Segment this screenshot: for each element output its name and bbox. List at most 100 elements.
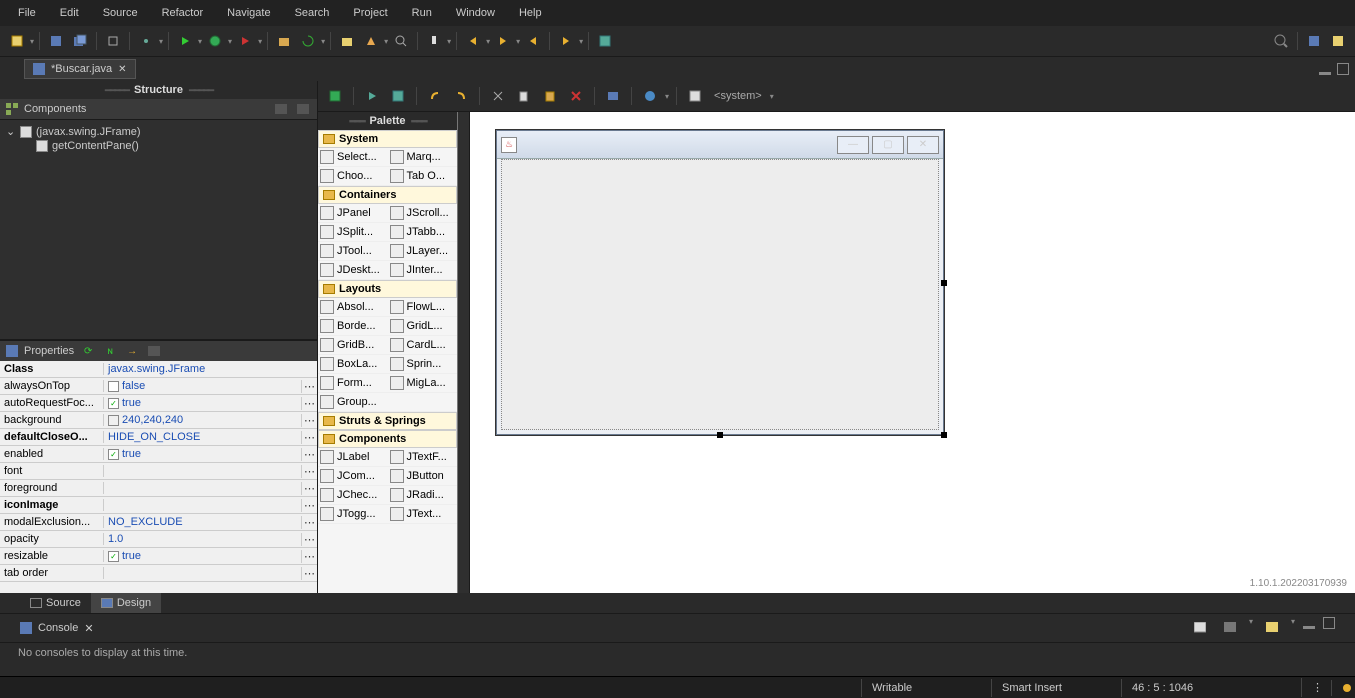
menu-navigate[interactable]: Navigate [217,4,280,22]
java-perspective-icon[interactable] [1327,30,1349,52]
minimize-window-icon[interactable]: — [837,136,869,154]
palette-item-abs[interactable]: Absol... [318,298,388,317]
menu-window[interactable]: Window [446,4,505,22]
refresh-icon[interactable] [297,30,319,52]
maximize-window-icon[interactable]: ▢ [872,136,904,154]
design-canvas[interactable]: ♨ — ▢ ✕ 1.10.1.202203170939 [470,112,1355,593]
property-value[interactable]: ✓true [104,397,301,409]
close-console-icon[interactable]: ✕ [84,622,93,635]
property-more-icon[interactable]: ⋯ [301,414,317,427]
palette-item-card[interactable]: CardL... [388,336,458,355]
tab-design[interactable]: Design [91,593,161,613]
palette-item-scroll[interactable]: JScroll... [388,204,458,223]
property-row[interactable]: alwaysOnTopfalse⋯ [0,378,317,395]
palette-item-flow[interactable]: FlowL... [388,298,458,317]
palette-item-tool[interactable]: JTool... [318,242,388,261]
delete-icon[interactable] [565,85,587,107]
refresh-design-icon[interactable] [361,85,383,107]
property-row[interactable]: font⋯ [0,463,317,480]
property-more-icon[interactable]: ⋯ [301,431,317,444]
palette-item-combo[interactable]: JCom... [318,467,388,486]
console-maximize-icon[interactable] [1323,617,1335,629]
property-row[interactable]: foreground⋯ [0,480,317,497]
redo-icon[interactable] [450,85,472,107]
perspective-icon[interactable] [1303,30,1325,52]
property-row[interactable]: defaultCloseO...HIDE_ON_CLOSE⋯ [0,429,317,446]
menu-source[interactable]: Source [93,4,148,22]
property-more-icon[interactable]: ⋯ [301,482,317,495]
property-value[interactable]: HIDE_ON_CLOSE [104,431,301,443]
preview-icon[interactable] [602,85,624,107]
save-all-icon[interactable] [69,30,91,52]
console-minimize-icon[interactable] [1303,617,1315,629]
palette-item-split[interactable]: JSplit... [318,223,388,242]
tree-child-contentpane[interactable]: getContentPane() [36,139,311,153]
property-more-icon[interactable]: ⋯ [301,550,317,563]
expand-all-icon[interactable] [273,102,289,116]
close-tab-icon[interactable]: ✕ [118,64,126,75]
property-value[interactable]: NO_EXCLUDE [104,516,301,528]
menu-run[interactable]: Run [402,4,442,22]
palette-item-text[interactable]: JTextF... [388,448,458,467]
show-advanced-icon[interactable]: ⟳ [80,344,96,358]
palette-item-choose[interactable]: Choo... [318,167,388,186]
variable-icon[interactable] [146,344,162,358]
new-icon[interactable] [6,30,28,52]
property-more-icon[interactable]: ⋯ [301,448,317,461]
checkbox-icon[interactable]: ✓ [108,551,119,562]
new-package-icon[interactable] [273,30,295,52]
laf-icon[interactable] [684,85,706,107]
palette-item-arrow[interactable]: Select... [318,148,388,167]
run-icon[interactable] [174,30,196,52]
palette-item-box[interactable]: BoxLa... [318,355,388,374]
property-row[interactable]: Classjavax.swing.JFrame [0,361,317,378]
property-row[interactable]: opacity1.0⋯ [0,531,317,548]
properties-grid[interactable]: Classjavax.swing.JFramealwaysOnTopfalse⋯… [0,361,317,593]
checkbox-icon[interactable]: ✓ [108,398,119,409]
coverage-icon[interactable] [234,30,256,52]
cut-icon[interactable] [487,85,509,107]
toggle-icon[interactable] [102,30,124,52]
paste-icon[interactable] [539,85,561,107]
jframe-preview[interactable]: ♨ — ▢ ✕ [496,130,944,435]
property-value[interactable]: ✓true [104,550,301,562]
property-value[interactable]: false [104,380,301,392]
debug-icon[interactable] [204,30,226,52]
palette-item-panel[interactable]: JPanel [318,204,388,223]
component-tree[interactable]: ⌄ (javax.swing.JFrame) getContentPane() [0,119,317,339]
console-open-icon[interactable] [1261,617,1283,639]
system-laf-label[interactable]: <system> [710,90,766,102]
tree-root-jframe[interactable]: ⌄ (javax.swing.JFrame) [6,124,311,139]
palette-item-button[interactable]: JButton [388,467,458,486]
palette-item-group[interactable]: Group... [318,393,457,412]
jframe-content-area[interactable] [501,159,939,430]
palette-item-textarea[interactable]: JText... [388,505,458,524]
menu-help[interactable]: Help [509,4,552,22]
status-indicator-icon[interactable] [1331,680,1355,696]
menu-project[interactable]: Project [343,4,397,22]
palette-scroll[interactable]: SystemSelect...Marq...Choo...Tab O...Con… [318,130,457,593]
highlight-icon[interactable] [360,30,382,52]
search-global-icon[interactable] [1270,30,1292,52]
resize-handle-s[interactable] [717,432,723,438]
palette-item-mig[interactable]: MigLa... [388,374,458,393]
checkbox-icon[interactable]: ✓ [108,449,119,460]
next-icon[interactable] [555,30,577,52]
save-icon[interactable] [45,30,67,52]
pin-icon[interactable] [423,30,445,52]
menu-refactor[interactable]: Refactor [152,4,214,22]
close-window-icon[interactable]: ✕ [907,136,939,154]
app-icon[interactable] [594,30,616,52]
resize-handle-e[interactable] [941,280,947,286]
globe-icon[interactable] [639,85,661,107]
property-more-icon[interactable]: ⋯ [301,533,317,546]
property-value[interactable]: ✓true [104,448,301,460]
maximize-editor-icon[interactable] [1337,63,1349,75]
palette-item-form[interactable]: Form... [318,374,388,393]
palette-item-tab[interactable]: Tab O... [388,167,458,186]
open-type-icon[interactable] [336,30,358,52]
palette-item-layer[interactable]: JLayer... [388,242,458,261]
property-more-icon[interactable]: ⋯ [301,380,317,393]
menu-search[interactable]: Search [285,4,340,22]
palette-item-marquee[interactable]: Marq... [388,148,458,167]
